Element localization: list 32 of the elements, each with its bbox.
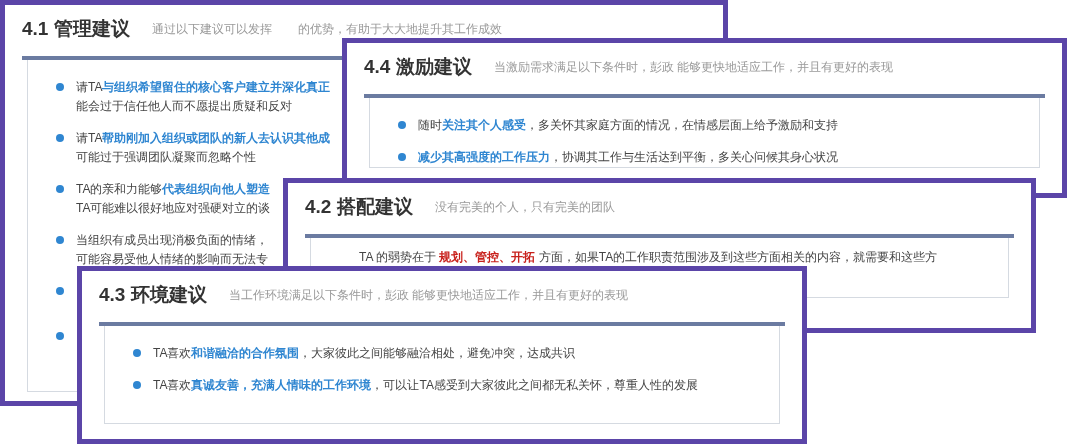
bullet-icon	[56, 185, 64, 193]
bullet-icon	[56, 83, 64, 91]
suggestion-text: TA可能难以很好地应对强硬对立的谈	[76, 200, 271, 217]
section-title: 4.4 激励建议	[364, 54, 472, 79]
section-title: 4.3 环境建议	[99, 282, 207, 307]
suggestion-text: TA喜欢真诚友善，充满人情味的工作环境，可以让TA感受到大家彼此之间都无私关怀，尊重人性的发展	[153, 377, 698, 394]
bullet-icon	[56, 134, 64, 142]
suggestion-text: 请TA帮助刚加入组织或团队的新人去认识其他成	[76, 130, 331, 147]
section-subtitle: 当激励需求满足以下条件时，彭政 能够更快地适应工作，并且有更好的表现	[493, 59, 894, 76]
suggestion-text: 请TA与组织希望留住的核心客户建立并深化真正	[76, 79, 331, 96]
section-subtitle: 没有完美的个人，只有完美的团队	[434, 199, 615, 216]
section-subtitle: 通过以下建议可以发挥	[151, 21, 272, 38]
bullet-icon	[133, 349, 141, 357]
suggestion-text: 能会过于信任他人而不愿提出质疑和反对	[76, 98, 293, 115]
suggestion-text: 可能容易受他人情绪的影响而无法专	[76, 251, 268, 268]
bullet-icon	[56, 287, 64, 295]
suggestion-text: 可能过于强调团队凝聚而忽略个性	[76, 149, 257, 166]
suggestion-text: 减少其高强度的工作压力，协调其工作与生活达到平衡，多关心问候其身心状况	[418, 149, 838, 166]
section-title: 4.2 搭配建议	[305, 194, 413, 219]
paragraph-text: TA 的弱势在于 规划、管控、开拓 方面，如果TA的工作职责范围涉及到这些方面相关的内容，就需要和这些方	[359, 249, 939, 266]
bullet-icon	[133, 381, 141, 389]
suggestion-text: 随时关注其个人感受，多关怀其家庭方面的情况，在情感层面上给予激励和支持	[418, 117, 838, 134]
bullet-icon	[398, 153, 406, 161]
section-subtitle: 当工作环境满足以下条件时，彭政 能够更快地适应工作，并且有更好的表现	[228, 287, 629, 304]
bullet-icon	[56, 332, 64, 340]
bullet-icon	[56, 236, 64, 244]
suggestion-text: TA的亲和力能够代表组织向他人塑造	[76, 181, 271, 198]
bullet-icon	[398, 121, 406, 129]
section-subtitle: 的优势，有助于大大地提升其工作成效	[297, 21, 502, 38]
section-title: 4.1 管理建议	[22, 16, 130, 41]
suggestion-text: TA喜欢和谐融洽的合作氛围，大家彼此之间能够融洽相处，避免冲突，达成共识	[153, 345, 576, 362]
suggestion-text: 当组织有成员出现消极负面的情绪，	[76, 232, 268, 249]
